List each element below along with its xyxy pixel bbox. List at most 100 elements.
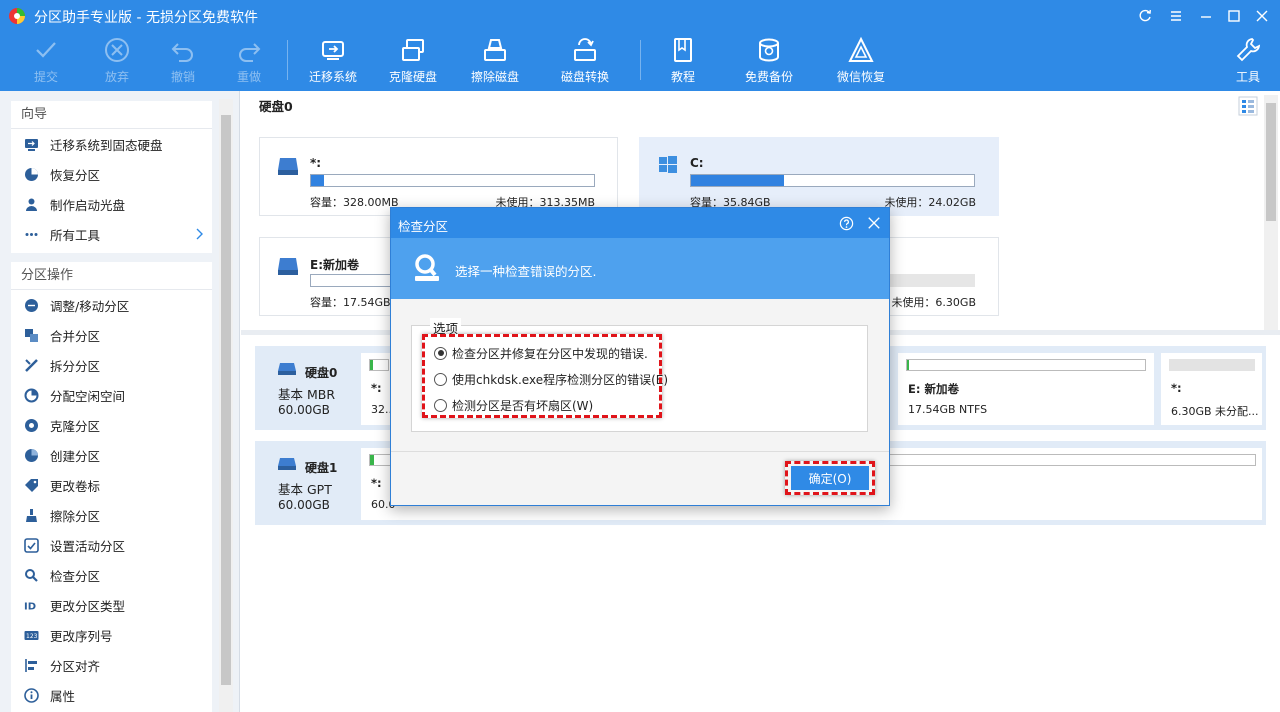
maximize-button[interactable]: [1220, 4, 1248, 28]
redo-icon: [239, 43, 261, 62]
migrate-os-button[interactable]: 迁移系统: [304, 36, 362, 88]
main-scroll-thumb[interactable]: [1266, 103, 1276, 221]
sidebar-item-label: 制作启动光盘: [50, 197, 126, 213]
sidebar-item-split[interactable]: 拆分分区: [11, 350, 212, 380]
map-usage-bar: [369, 359, 389, 371]
dialog-separator: [391, 451, 889, 452]
sidebar-item-all-tools[interactable]: 所有工具: [11, 219, 212, 249]
svg-text:ID: ID: [24, 601, 36, 612]
partition-card[interactable]: *: 容量：328.00MB 未使用：313.35MB: [259, 137, 618, 216]
sidebar-item-align[interactable]: 分区对齐: [11, 650, 212, 680]
migrate-os-icon: [322, 41, 344, 60]
tools-button[interactable]: 工具: [1228, 36, 1268, 88]
usage-fill: [311, 175, 324, 186]
map-partition[interactable]: *: 6.30GB 未分配...: [1161, 353, 1262, 425]
wipe-icon: [25, 508, 37, 522]
sidebar-scrollbar[interactable]: [219, 99, 233, 712]
clone-icon: [24, 418, 38, 432]
map-partition[interactable]: E: 新加卷 17.54GB NTFS: [898, 353, 1154, 425]
capacity-text: 容量：17.54GB: [310, 296, 391, 309]
sidebar-item-change-type[interactable]: ID 更改分区类型: [11, 590, 212, 620]
dialog-help-button[interactable]: [836, 213, 856, 233]
windows-icon: [659, 156, 677, 173]
usage-fill: [691, 175, 785, 186]
split-icon: [24, 358, 38, 372]
help-icon: [839, 216, 853, 230]
resize-icon: [24, 298, 38, 312]
sidebar-item-make-boot-disc[interactable]: 制作启动光盘: [11, 189, 212, 219]
ok-button[interactable]: 确定(O): [791, 466, 869, 490]
close-icon: [1256, 10, 1268, 22]
submit-button[interactable]: 提交: [20, 36, 72, 88]
toolbar-separator: [640, 40, 641, 80]
refresh-window-button[interactable]: [1131, 4, 1159, 28]
sidebar-item-change-serial[interactable]: 123 更改序列号: [11, 620, 212, 650]
disk-icon: [278, 458, 296, 470]
disk-size: 60.00GB: [278, 498, 330, 512]
sidebar-item-create-partition[interactable]: 创建分区: [11, 440, 212, 470]
menu-button[interactable]: [1162, 4, 1190, 28]
partition-name: C:: [690, 156, 704, 170]
sidebar-scroll-thumb[interactable]: [221, 115, 231, 685]
wechat-recovery-button[interactable]: 微信恢复: [832, 36, 890, 88]
minimize-button[interactable]: [1192, 4, 1220, 28]
sidebar-item-migrate-ssd[interactable]: 迁移系统到固态硬盘: [11, 129, 212, 159]
layout-toggle-icon[interactable]: [1238, 96, 1258, 116]
sidebar-item-change-label[interactable]: 更改卷标: [11, 470, 212, 500]
sidebar-item-clone-partition[interactable]: 克隆分区: [11, 410, 212, 440]
serial-icon: 123: [24, 630, 38, 640]
toolbar-separator: [287, 40, 288, 80]
drive-icon: [278, 258, 298, 275]
close-icon: [868, 217, 880, 229]
dialog-title-bar[interactable]: 检查分区: [391, 208, 889, 238]
disk-icon: [278, 363, 296, 375]
map-usage-bar: [906, 359, 1146, 371]
sidebar-item-label: 检查分区: [50, 568, 101, 584]
sidebar-item-label: 擦除分区: [50, 508, 101, 524]
close-window-button[interactable]: [1248, 4, 1276, 28]
map-partition-name: *:: [371, 476, 382, 490]
discard-button[interactable]: 放弃: [91, 36, 143, 88]
undo-icon: [171, 43, 193, 62]
free-backup-button[interactable]: 免费备份: [740, 36, 798, 88]
sidebar-item-set-active[interactable]: 设置活动分区: [11, 530, 212, 560]
dialog-close-button[interactable]: [864, 213, 884, 233]
sidebar-item-wipe-partition[interactable]: 擦除分区: [11, 500, 212, 530]
disk-type: 基本 MBR: [278, 387, 336, 402]
partition-card-selected[interactable]: C: 容量：35.84GB 未使用：24.02GB: [639, 137, 999, 216]
undo-button[interactable]: 撤销: [157, 36, 209, 88]
sidebar-item-check-partition[interactable]: 检查分区: [11, 560, 212, 590]
sidebar-item-label: 所有工具: [50, 227, 101, 243]
sidebar-item-merge[interactable]: 合并分区: [11, 320, 212, 350]
usage-bar: [310, 174, 595, 187]
clone-disk-button[interactable]: 克隆硬盘: [384, 36, 442, 88]
highlight-frame-options: [422, 334, 662, 418]
disk-name: 硬盘0: [305, 366, 338, 380]
sidebar-item-properties[interactable]: 属性: [11, 680, 212, 710]
wizard-panel: 向导 迁移系统到固态硬盘 恢复分区 制作启动光盘 所有工具: [11, 101, 212, 253]
sidebar-item-label: 恢复分区: [50, 167, 101, 183]
main-scrollbar[interactable]: [1264, 95, 1278, 330]
sidebar-item-label: 分配空闲空间: [50, 388, 126, 404]
wipe-disk-button[interactable]: 擦除磁盘: [466, 36, 524, 88]
backup-icon: [759, 38, 779, 62]
book-icon: [674, 38, 692, 62]
sidebar-item-label: 更改序列号: [50, 628, 113, 644]
tutorial-button[interactable]: 教程: [661, 36, 705, 88]
free-text: 未使用：6.30GB: [891, 296, 976, 309]
sidebar-item-allocate-free[interactable]: 分配空闲空间: [11, 380, 212, 410]
wizard-heading: 向导: [11, 101, 212, 129]
sidebar-item-label: 迁移系统到固态硬盘: [50, 137, 163, 153]
map-partition[interactable]: *: 32...: [361, 353, 396, 425]
menu-icon: [1171, 11, 1181, 21]
boot-disc-icon: [25, 198, 37, 211]
cancel-circle-icon: [105, 38, 129, 62]
redo-button[interactable]: 重做: [223, 36, 275, 88]
sidebar-item-recover-partition[interactable]: 恢复分区: [11, 159, 212, 189]
create-icon: [24, 448, 38, 462]
convert-disk-button[interactable]: 磁盘转换: [556, 36, 614, 88]
label-icon: [24, 478, 38, 492]
sidebar-item-resize-move[interactable]: 调整/移动分区: [11, 290, 212, 320]
disk-type: 基本 GPT: [278, 482, 332, 497]
dialog-title: 检查分区: [398, 219, 449, 234]
